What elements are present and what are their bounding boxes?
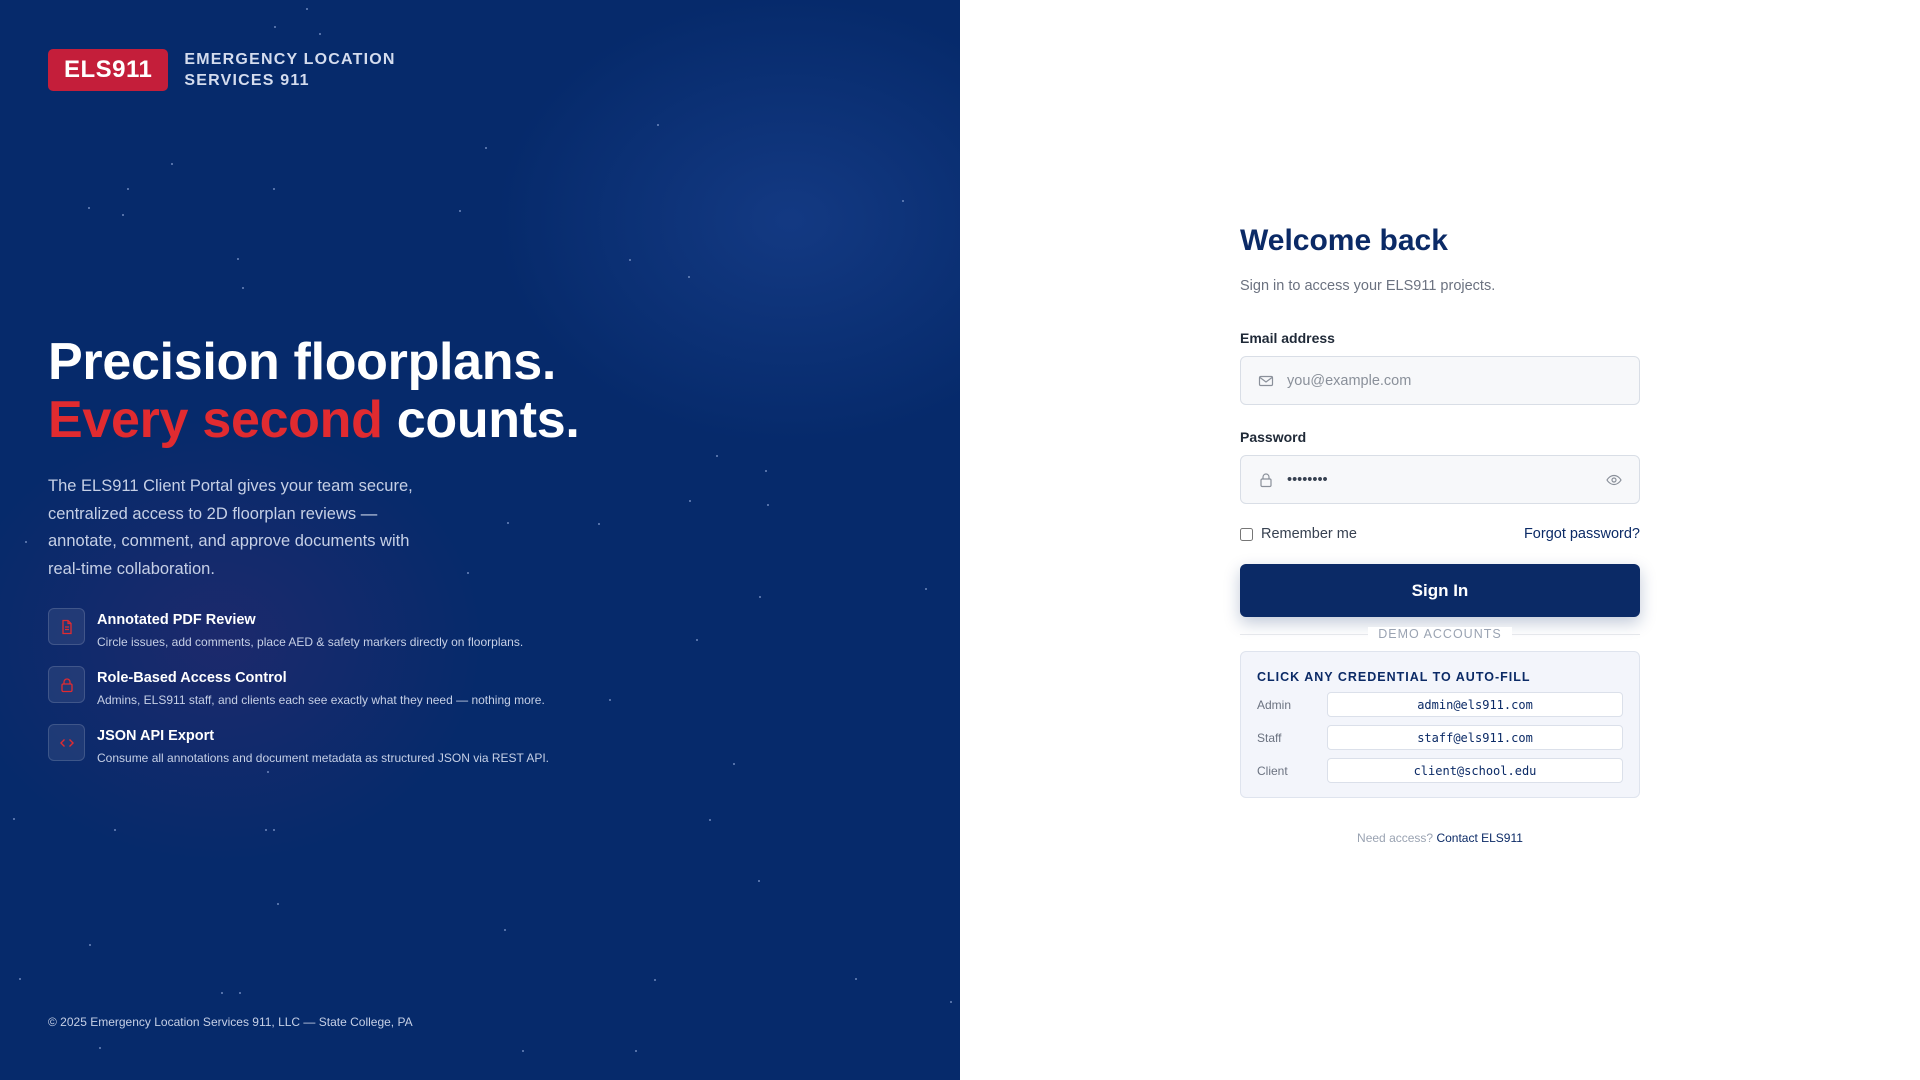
credential-role: Admin (1257, 697, 1292, 712)
brand: ELS911 EMERGENCY LOCATION SERVICES 911 (48, 49, 414, 91)
brand-name: EMERGENCY LOCATION SERVICES 911 (184, 51, 396, 89)
credential-role: Client (1257, 763, 1288, 778)
remember-me-checkbox[interactable] (1240, 527, 1253, 541)
password-field-wrapper (1240, 455, 1640, 504)
feature-description: Consume all annotations and document met… (97, 751, 550, 765)
lock-icon (48, 666, 85, 703)
demo-accounts-box: CLICK ANY CREDENTIAL TO AUTO-FILL Admin … (1240, 651, 1640, 798)
sign-in-button[interactable]: Sign In (1240, 564, 1640, 617)
feature-item: Role-Based Access Control Admins, ELS911… (48, 666, 549, 724)
hero-panel: ELS911 EMERGENCY LOCATION SERVICES 911 P… (0, 0, 960, 1080)
demo-accounts-label: DEMO ACCOUNTS (1368, 627, 1512, 641)
feature-item: Annotated PDF Review Circle issues, add … (48, 608, 549, 666)
password-label: Password (1240, 429, 1307, 445)
credential-row: Client client@school.edu (1257, 758, 1623, 783)
credential-admin-email[interactable]: admin@els911.com (1327, 692, 1623, 717)
page-subtitle: Sign in to access your ELS911 projects. (1240, 278, 1496, 294)
credential-staff-email[interactable]: staff@els911.com (1327, 725, 1623, 750)
hero-section: Precision floorplans. Every second count… (48, 333, 668, 583)
eye-icon[interactable] (1605, 471, 1623, 489)
forgot-password-link[interactable]: Forgot password? (1524, 526, 1640, 542)
credential-role: Staff (1257, 730, 1282, 745)
contact-link[interactable]: Contact ELS911 (1436, 831, 1523, 845)
hero-description: The ELS911 Client Portal gives your team… (48, 477, 413, 578)
feature-list: Annotated PDF Review Circle issues, add … (48, 608, 549, 782)
feature-title: Role-Based Access Control (97, 670, 287, 686)
login-options-row: Remember me Forgot password? (1240, 526, 1640, 542)
credential-client-email[interactable]: client@school.edu (1327, 758, 1623, 783)
brand-logo-badge: ELS911 (48, 49, 169, 91)
feature-description: Admins, ELS911 staff, and clients each s… (97, 693, 545, 707)
demo-accounts-heading: CLICK ANY CREDENTIAL TO AUTO-FILL (1257, 670, 1531, 684)
login-form: Welcome back Sign in to access your ELS9… (1240, 224, 1640, 845)
feature-title: Annotated PDF Review (97, 612, 256, 628)
demo-accounts-divider: DEMO ACCOUNTS (1240, 625, 1640, 643)
remember-me[interactable]: Remember me (1240, 526, 1357, 542)
password-input[interactable] (1287, 471, 1605, 488)
credential-row: Staff staff@els911.com (1257, 725, 1623, 750)
email-field-wrapper (1240, 356, 1640, 405)
remember-me-label: Remember me (1261, 526, 1357, 542)
email-label: Email address (1240, 330, 1335, 346)
hero-headline-line-2: Every second counts. (48, 391, 668, 449)
feature-title: JSON API Export (97, 728, 215, 744)
page-title: Welcome back (1240, 224, 1448, 257)
email-input[interactable] (1287, 372, 1623, 389)
code-icon (48, 724, 85, 761)
need-access-prompt: Need access? (1357, 831, 1434, 845)
hero-headline-rest: counts. (396, 391, 580, 449)
lock-icon (1257, 471, 1275, 489)
mail-icon (1257, 372, 1275, 390)
feature-description: Circle issues, add comments, place AED &… (97, 635, 524, 649)
credential-row: Admin admin@els911.com (1257, 692, 1623, 717)
login-panel: Welcome back Sign in to access your ELS9… (960, 0, 1920, 1080)
document-icon (48, 608, 85, 645)
hero-headline-accent: Every second (48, 391, 383, 449)
feature-item: JSON API Export Consume all annotations … (48, 724, 549, 782)
need-access: Need access? Contact ELS911 (1240, 831, 1640, 845)
copyright-text: © 2025 Emergency Location Services 911, … (48, 1015, 413, 1029)
hero-headline-line-1: Precision floorplans. (48, 333, 557, 391)
